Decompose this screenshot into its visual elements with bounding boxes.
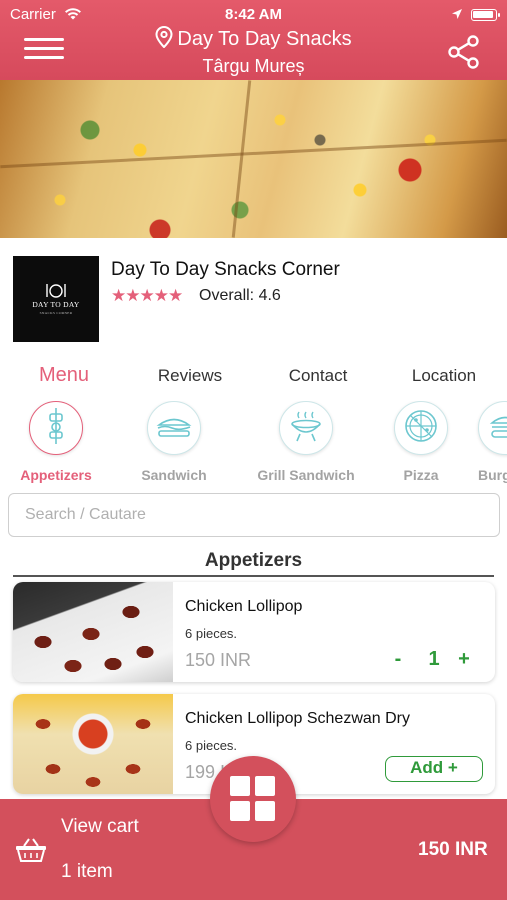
burger-icon [489, 412, 507, 445]
item-price: 150 INR [185, 650, 252, 670]
restaurant-title: Day To Day Snacks [177, 28, 352, 50]
category-burger[interactable]: Burg [470, 401, 507, 483]
category-label: Burg [478, 467, 507, 483]
cart-item-count: 1 item [61, 861, 113, 882]
status-bar: Carrier 8:42 AM [0, 4, 507, 24]
sandwich-icon [156, 413, 192, 444]
item-name: Chicken Lollipop [185, 598, 303, 615]
quantity-stepper: - 1 + [388, 648, 484, 674]
item-name: Chicken Lollipop Schezwan Dry [185, 710, 410, 727]
category-appetizers[interactable]: Appetizers [1, 401, 111, 483]
tab-location[interactable]: Location [396, 366, 492, 386]
grill-icon [289, 410, 323, 447]
tab-reviews[interactable]: Reviews [142, 366, 238, 386]
category-label: Pizza [403, 467, 439, 483]
tab-contact[interactable]: Contact [270, 366, 366, 386]
restaurant-name: Day To Day Snacks Corner [111, 259, 340, 280]
restaurant-logo: DAY TO DAY SNACKS CORNER [13, 256, 99, 342]
map-pin-icon [155, 25, 173, 54]
menu-item-card[interactable]: Chicken Lollipop 6 pieces. 150 INR - 1 + [13, 582, 495, 682]
pizza-banner-image [0, 80, 507, 238]
restaurant-tabs: Menu Reviews Contact Location [0, 364, 507, 392]
item-photo [13, 694, 173, 794]
category-pizza[interactable]: Pizza [366, 401, 476, 483]
location-arrow-icon [451, 7, 463, 24]
category-carousel: Appetizers Sandwich Grill Sandwich Pizza… [0, 401, 507, 487]
item-description: 6 pieces. [185, 738, 238, 753]
overall-rating: Overall: 4.6 [199, 287, 281, 304]
grid-menu-button[interactable] [210, 756, 296, 842]
share-icon[interactable] [446, 34, 482, 75]
skewer-icon [41, 406, 71, 451]
app-header: Carrier 8:42 AM Day To Day Snacks Târgu … [0, 0, 507, 80]
section-divider [13, 575, 494, 577]
cart-total: 150 INR [418, 839, 488, 860]
hamburger-menu-icon[interactable] [24, 38, 64, 66]
header-title: Day To Day Snacks Târgu Mureș [100, 25, 407, 78]
rating-stars: ★★★★★ [111, 286, 183, 305]
city-subtitle: Târgu Mureș [202, 56, 305, 76]
section-title: Appetizers [204, 550, 303, 571]
category-grill-sandwich[interactable]: Grill Sandwich [251, 401, 361, 483]
decrease-quantity-button[interactable]: - [388, 648, 408, 671]
app-screen: Carrier 8:42 AM Day To Day Snacks Târgu … [0, 0, 507, 900]
add-to-cart-button[interactable]: Add + [385, 756, 483, 782]
increase-quantity-button[interactable]: + [454, 648, 474, 671]
view-cart-label: View cart [61, 816, 139, 837]
item-photo [13, 582, 173, 682]
category-sandwich[interactable]: Sandwich [119, 401, 229, 483]
category-label: Sandwich [141, 467, 207, 483]
logo-subtext: SNACKS CORNER [39, 311, 73, 315]
logo-text: DAY TO DAY [32, 300, 80, 309]
pizza-icon [403, 408, 439, 449]
category-label: Appetizers [20, 467, 92, 483]
quantity-value: 1 [428, 648, 440, 670]
item-description: 6 pieces. [185, 626, 238, 641]
tab-menu[interactable]: Menu [16, 364, 112, 387]
search-input[interactable] [8, 493, 500, 537]
battery-icon [471, 9, 500, 21]
category-label: Grill Sandwich [257, 467, 355, 483]
basket-icon [14, 837, 48, 868]
clock-time: 8:42 AM [225, 6, 282, 23]
